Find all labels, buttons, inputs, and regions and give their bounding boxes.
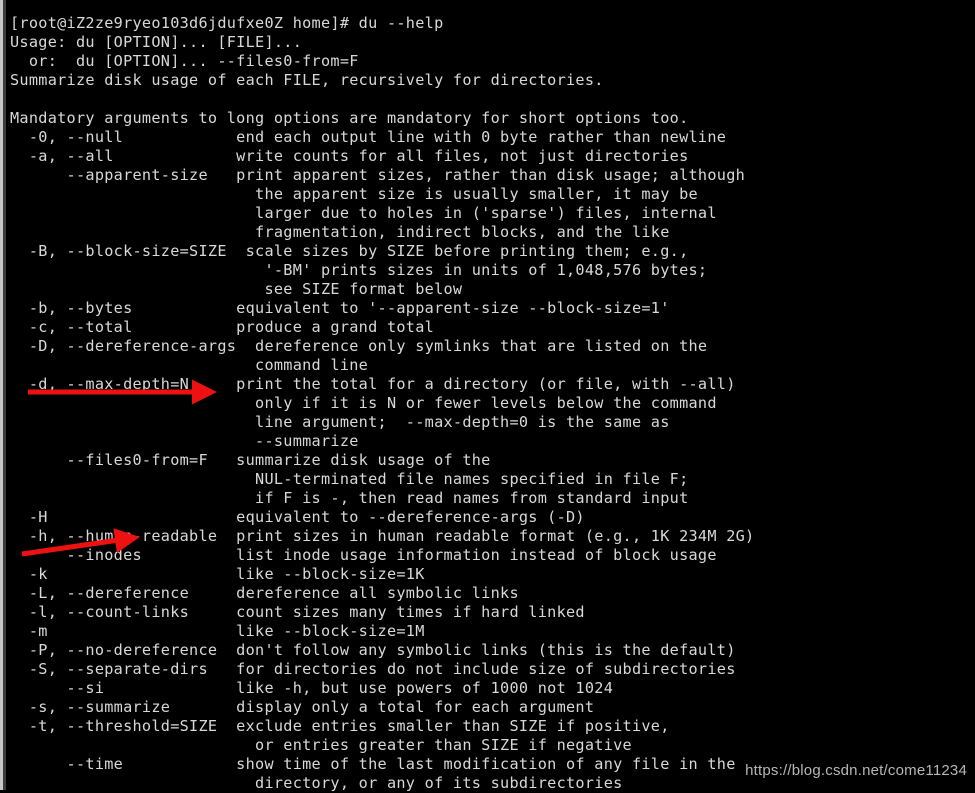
console-line: --summarize <box>10 432 359 450</box>
console-line: larger due to holes in ('sparse') files,… <box>10 204 717 222</box>
window-left-border-inner <box>3 0 6 790</box>
console-line: -d, --max-depth=N print the total for a … <box>10 375 736 393</box>
console-line: -a, --all write counts for all files, no… <box>10 147 689 165</box>
console-line: or: du [OPTION]... --files0-from=F <box>10 52 359 70</box>
console-line: -l, --count-links count sizes many times… <box>10 603 585 621</box>
console-line: -t, --threshold=SIZE exclude entries sma… <box>10 717 670 735</box>
console-line: -m like --block-size=1M <box>10 622 425 640</box>
blog-watermark: https://blog.csdn.net/come11234 <box>745 762 967 779</box>
console-line: -b, --bytes equivalent to '--apparent-si… <box>10 299 670 317</box>
console-line: --si like -h, but use powers of 1000 not… <box>10 679 614 697</box>
console-line: --inodes list inode usage information in… <box>10 546 717 564</box>
console-line: NUL-terminated file names specified in f… <box>10 470 689 488</box>
console-line: only if it is N or fewer levels below th… <box>10 394 717 412</box>
console-line: -L, --dereference dereference all symbol… <box>10 584 519 602</box>
console-line: if F is -, then read names from standard… <box>10 489 689 507</box>
console-line: -c, --total produce a grand total <box>10 318 435 336</box>
terminal-screen[interactable]: [root@iZ2ze9ryeo103d6jdufxe0Z home]# du … <box>0 0 975 793</box>
console-line: see SIZE format below <box>10 280 463 298</box>
console-line: -H equivalent to --dereference-args (-D) <box>10 508 585 526</box>
console-line: --apparent-size print apparent sizes, ra… <box>10 166 746 184</box>
console-line: -s, --summarize display only a total for… <box>10 698 595 716</box>
console-line: -0, --null end each output line with 0 b… <box>10 128 727 146</box>
console-line: -P, --no-dereference don't follow any sy… <box>10 641 736 659</box>
console-line: or entries greater than SIZE if negative <box>10 736 632 754</box>
console-line: -D, --dereference-args dereference only … <box>10 337 708 355</box>
console-line: command line <box>10 356 369 374</box>
console-line: -B, --block-size=SIZE scale sizes by SIZ… <box>10 242 689 260</box>
console-line: --files0-from=F summarize disk usage of … <box>10 451 491 469</box>
console-line: Mandatory arguments to long options are … <box>10 109 689 127</box>
console-line: Usage: du [OPTION]... [FILE]... <box>10 33 303 51</box>
console-line: -h, --human-readable print sizes in huma… <box>10 527 755 545</box>
console-line: -k like --block-size=1K <box>10 565 425 583</box>
console-line: '-BM' prints sizes in units of 1,048,576… <box>10 261 708 279</box>
console-line: -S, --separate-dirs for directories do n… <box>10 660 736 678</box>
console-line: [root@iZ2ze9ryeo103d6jdufxe0Z home]# du … <box>10 14 444 32</box>
console-line: line argument; --max-depth=0 is the same… <box>10 413 670 431</box>
console-line: fragmentation, indirect blocks, and the … <box>10 223 670 241</box>
console-line: Summarize disk usage of each FILE, recur… <box>10 71 604 89</box>
console-line: the apparent size is usually smaller, it… <box>10 185 698 203</box>
console-output: [root@iZ2ze9ryeo103d6jdufxe0Z home]# du … <box>10 0 975 793</box>
